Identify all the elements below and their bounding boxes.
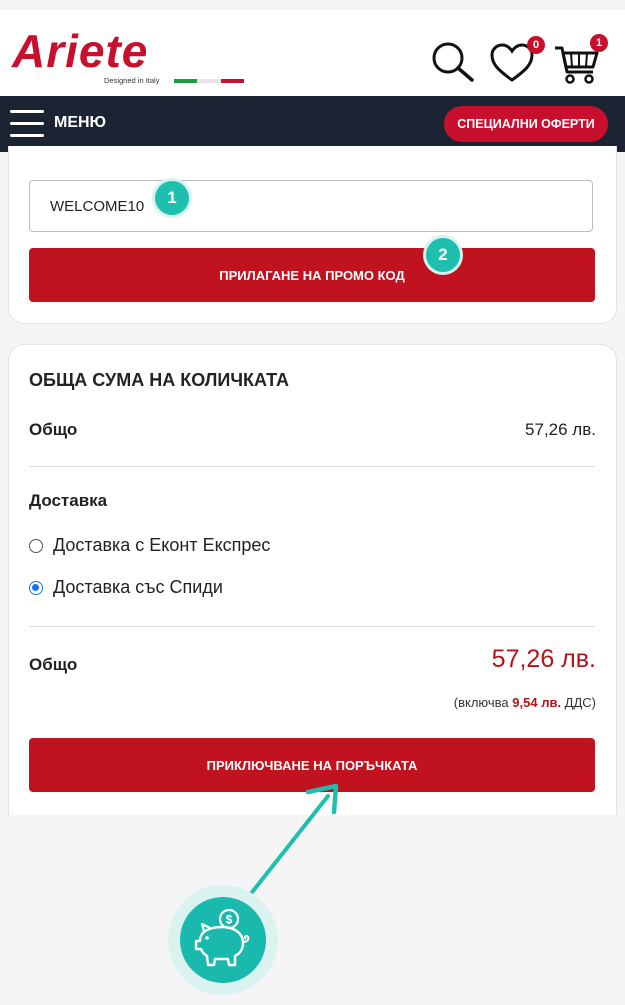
ariete-logo[interactable]: Ariete Designed in Italy xyxy=(12,28,252,86)
piggy-bank-badge: $ xyxy=(168,885,278,995)
vat-prefix: (включва xyxy=(453,695,513,710)
piggy-bank-icon: $ xyxy=(180,897,266,983)
cart-totals-title: ОБЩА СУМА НА КОЛИЧКАТА xyxy=(29,370,289,390)
svg-text:$: $ xyxy=(226,913,233,927)
divider xyxy=(29,626,595,627)
promo-code-card: ПРИЛАГАНЕ НА ПРОМО КОД 1 2 xyxy=(8,146,617,324)
shipping-option-label: Доставка със Спиди xyxy=(53,577,223,597)
vat-note: (включва 9,54 лв. ДДС) xyxy=(454,695,596,710)
promo-code-input[interactable] xyxy=(29,180,593,232)
logo-tagline: Designed in Italy xyxy=(104,76,160,85)
radio-button[interactable] xyxy=(29,538,43,553)
shipping-option-econt[interactable]: Доставка с Еконт Експрес xyxy=(29,535,270,556)
step-2-marker: 2 xyxy=(426,238,460,272)
wishlist-heart-icon[interactable]: 0 xyxy=(488,36,545,88)
menu-label[interactable]: МЕНЮ xyxy=(54,114,106,132)
cart-icon[interactable]: 1 xyxy=(553,34,608,88)
shipping-option-speedy[interactable]: Доставка със Спиди xyxy=(29,577,223,598)
radio-button-selected[interactable] xyxy=(29,580,43,595)
shipping-option-label: Доставка с Еконт Експрес xyxy=(53,535,271,555)
vat-amount: 9,54 лв. xyxy=(512,695,562,710)
vat-suffix: ДДС) xyxy=(561,695,596,710)
subtotal-label: Общо xyxy=(29,420,78,439)
site-header: Ariete Designed in Italy 0 1 xyxy=(0,10,625,96)
apply-promo-button[interactable]: ПРИЛАГАНЕ НА ПРОМО КОД xyxy=(29,248,595,302)
search-icon[interactable] xyxy=(428,40,476,88)
step-1-marker: 1 xyxy=(155,181,189,215)
shipping-label: Доставка xyxy=(29,491,108,510)
wishlist-count-badge: 0 xyxy=(527,36,545,54)
cart-count-badge: 1 xyxy=(590,34,608,52)
hamburger-menu-icon[interactable] xyxy=(10,110,44,138)
total-value: 57,26 лв. xyxy=(491,645,596,673)
main-navbar: МЕНЮ СПЕЦИАЛНИ ОФЕРТИ xyxy=(0,96,625,152)
divider xyxy=(29,466,595,467)
subtotal-value: 57,26 лв. xyxy=(525,420,596,439)
checkout-button[interactable]: ПРИКЛЮЧВАНЕ НА ПОРЪЧКАТА xyxy=(29,738,595,792)
total-label: Общо xyxy=(29,655,78,674)
cart-totals-card: ОБЩА СУМА НА КОЛИЧКАТА Общо 57,26 лв. До… xyxy=(8,344,617,815)
italy-flag-stripe xyxy=(174,79,244,83)
logo-wordmark: Ariete xyxy=(12,25,149,77)
special-offers-button[interactable]: СПЕЦИАЛНИ ОФЕРТИ xyxy=(444,106,608,142)
